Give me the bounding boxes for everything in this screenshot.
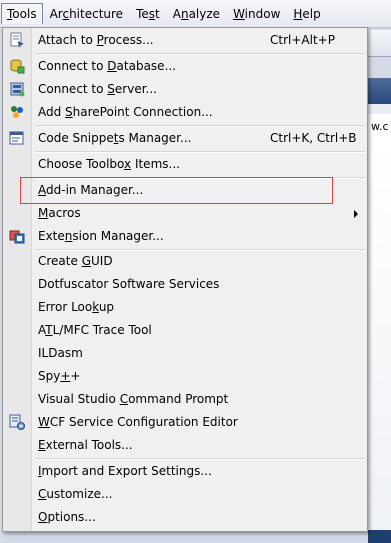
menu-item-label: Customize... <box>38 487 113 501</box>
connect-database-icon <box>9 58 25 74</box>
menu-item-create-guid[interactable]: Create GUID <box>3 250 367 273</box>
menu-tools[interactable]: Tools <box>1 3 43 24</box>
menu-window-label: Window <box>233 6 281 21</box>
menu-help[interactable]: Help <box>287 3 326 25</box>
menu-item-connect-to-server[interactable]: Connect to Server... <box>3 78 367 101</box>
highlight-annotation-box <box>20 177 333 204</box>
menu-analyze[interactable]: Analyze <box>167 3 226 25</box>
menu-item-error-lookup[interactable]: Error Lookup <box>3 296 367 319</box>
menu-tools-label: Tools <box>7 7 37 21</box>
menu-help-label: Help <box>293 6 321 21</box>
menu-item-connect-to-database[interactable]: Connect to Database... <box>3 55 367 78</box>
menu-item-code-snippets-manager[interactable]: Code Snippets Manager... Ctrl+K, Ctrl+B <box>3 127 367 150</box>
attach-process-icon <box>9 32 25 48</box>
menu-item-spy-plus-plus[interactable]: Spy++ <box>3 365 367 388</box>
background-content-area <box>368 142 391 543</box>
menu-bar: Tools Architecture Test Analyze Window H… <box>0 0 391 28</box>
menu-item-label: ILDasm <box>38 346 83 360</box>
menu-item-atl-mfc-trace-tool[interactable]: ATL/MFC Trace Tool <box>3 319 367 342</box>
menu-item-external-tools[interactable]: External Tools... <box>3 434 367 457</box>
background-status-bar <box>368 530 391 543</box>
menu-item-label: Spy++ <box>38 369 81 383</box>
tools-dropdown-menu: Attach to Process... Ctrl+Alt+P Connect … <box>2 27 368 532</box>
menu-item-label: Code Snippets Manager... <box>38 131 192 145</box>
background-address-text: w.c <box>371 120 389 133</box>
menu-item-label: Attach to Process... <box>38 33 154 47</box>
menu-item-label: Visual Studio Command Prompt <box>38 392 229 406</box>
menu-item-label: Options... <box>38 510 96 524</box>
menu-item-options[interactable]: Options... <box>3 506 367 529</box>
menu-item-extension-manager[interactable]: Extension Manager... <box>3 225 367 248</box>
menu-item-label: Create GUID <box>38 254 113 268</box>
menu-item-wcf-service-config-editor[interactable]: WCF Service Configuration Editor <box>3 411 367 434</box>
menu-item-choose-toolbox-items[interactable]: Choose Toolbox Items... <box>3 153 367 176</box>
menu-item-label: Connect to Database... <box>38 59 177 73</box>
menu-item-label: WCF Service Configuration Editor <box>38 415 238 429</box>
menu-item-dotfuscator[interactable]: Dotfuscator Software Services <box>3 273 367 296</box>
background-toolbar <box>368 30 391 57</box>
menu-item-label: Connect to Server... <box>38 82 157 96</box>
extension-manager-icon <box>9 228 25 244</box>
menu-item-macros[interactable]: Macros <box>3 202 367 225</box>
menu-item-customize[interactable]: Customize... <box>3 483 367 506</box>
menu-window[interactable]: Window <box>227 3 286 25</box>
menu-item-add-sharepoint-connection[interactable]: Add SharePoint Connection... <box>3 101 367 124</box>
menu-item-ildasm[interactable]: ILDasm <box>3 342 367 365</box>
menu-item-label: External Tools... <box>38 438 133 452</box>
wcf-config-icon <box>9 414 25 430</box>
menu-item-attach-to-process[interactable]: Attach to Process... Ctrl+Alt+P <box>3 29 367 52</box>
menu-architecture[interactable]: Architecture <box>44 3 130 25</box>
submenu-arrow-icon <box>354 210 358 218</box>
code-snippets-icon <box>9 130 25 146</box>
menu-item-label: Import and Export Settings... <box>38 464 212 478</box>
menu-item-label: ATL/MFC Trace Tool <box>38 323 152 337</box>
menu-test-label: Test <box>136 6 160 21</box>
menu-item-vs-command-prompt[interactable]: Visual Studio Command Prompt <box>3 388 367 411</box>
menu-item-import-export-settings[interactable]: Import and Export Settings... <box>3 460 367 483</box>
menu-item-shortcut: Ctrl+K, Ctrl+B <box>270 131 357 145</box>
menu-item-label: Dotfuscator Software Services <box>38 277 220 291</box>
menu-test[interactable]: Test <box>130 3 166 25</box>
menu-item-label: Extension Manager... <box>38 229 164 243</box>
menu-analyze-label: Analyze <box>172 6 221 21</box>
background-address-field: w.c <box>368 114 391 143</box>
menu-item-label: Add SharePoint Connection... <box>38 105 213 119</box>
menu-item-shortcut: Ctrl+Alt+P <box>270 33 335 47</box>
background-title-bar <box>368 78 391 104</box>
sharepoint-connection-icon <box>9 104 25 120</box>
menu-item-label: Error Lookup <box>38 300 115 314</box>
menu-architecture-label: Architecture <box>49 6 124 21</box>
menu-item-label: Macros <box>38 206 81 220</box>
menu-item-label: Choose Toolbox Items... <box>38 157 180 171</box>
connect-server-icon <box>9 81 25 97</box>
